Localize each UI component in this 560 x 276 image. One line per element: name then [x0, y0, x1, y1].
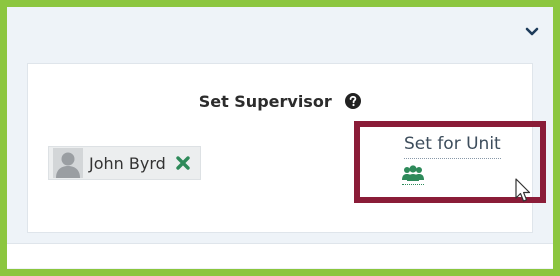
chevron-down-icon[interactable] [525, 25, 539, 39]
panel-footer [7, 243, 553, 268]
question-circle-icon[interactable] [345, 93, 362, 109]
group-users-icon[interactable] [402, 164, 424, 185]
close-x-icon[interactable] [176, 156, 190, 170]
page-title: Set Supervisor [198, 92, 332, 111]
mouse-pointer-icon [515, 178, 531, 202]
supervisor-chip: John Byrd [48, 146, 201, 180]
user-silhouette-icon [53, 148, 83, 178]
set-for-unit-link[interactable]: Set for Unit [404, 134, 501, 159]
section-header: Set Supervisor [28, 92, 532, 111]
supervisor-name: John Byrd [89, 153, 166, 173]
panel-header[interactable] [7, 7, 553, 49]
